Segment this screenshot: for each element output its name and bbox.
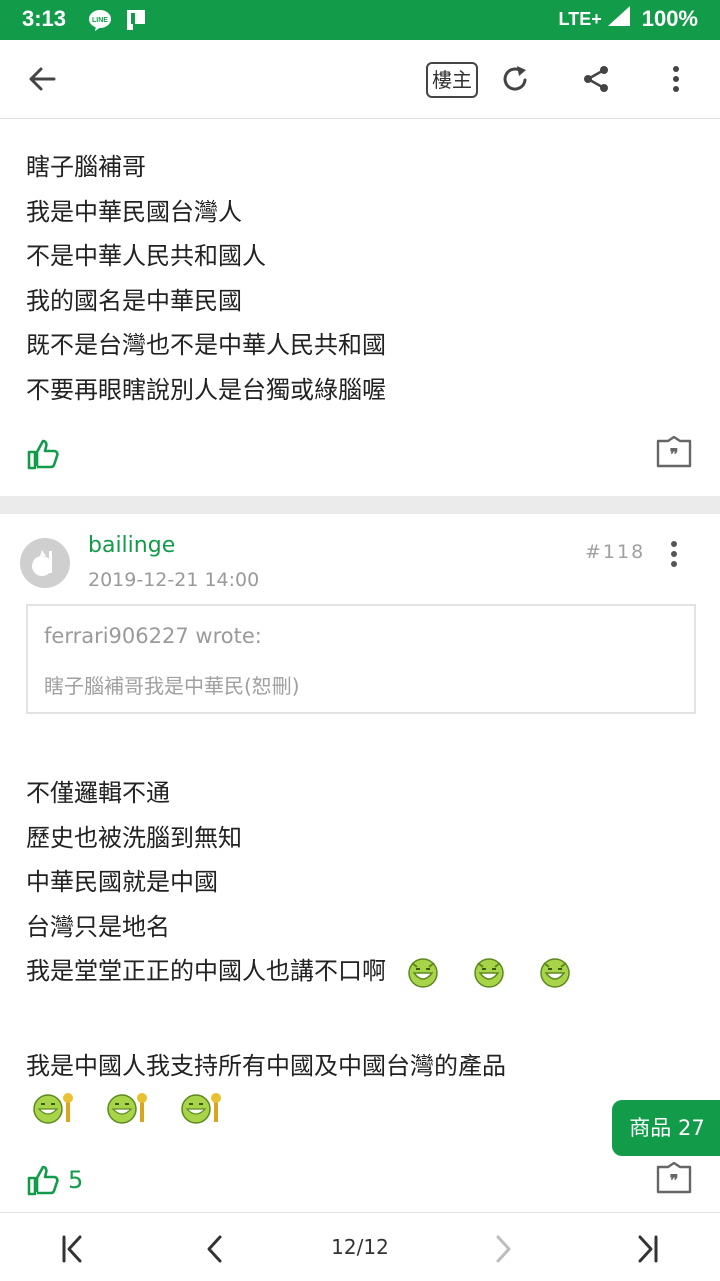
svg-text:❞: ❞ xyxy=(670,1171,679,1190)
post-line: 我是中華民國台灣人 xyxy=(26,197,242,226)
like-count: 5 xyxy=(68,1166,84,1194)
post-line: 瞎子腦補哥 xyxy=(26,153,146,181)
status-time: 3:13 xyxy=(22,6,67,31)
laughing-emoji-icon xyxy=(406,949,440,994)
post-floor-number: #118 xyxy=(585,541,646,563)
avatar[interactable] xyxy=(20,538,70,588)
pagination-bar: 12/12 xyxy=(0,1212,720,1281)
refresh-icon[interactable] xyxy=(496,59,536,99)
first-page-icon[interactable] xyxy=(54,1231,90,1267)
quote-reply-icon[interactable]: ❞ xyxy=(656,1161,692,1194)
last-page-icon[interactable] xyxy=(630,1231,666,1267)
svg-text:LINE: LINE xyxy=(92,17,108,24)
post-line: 不要再眼瞎說別人是台獨或綠腦喔 xyxy=(26,375,386,404)
post-line: 不僅邏輯不通 xyxy=(26,779,170,807)
battery-level: 100% xyxy=(641,6,698,31)
post-line: 我是堂堂正正的中國人也講不口啊 xyxy=(26,957,386,985)
network-type: LTE+ xyxy=(558,8,602,29)
quoted-post[interactable]: ferrari906227 wrote: 瞎子腦補哥我是中華民(恕刪) xyxy=(26,604,696,714)
post-line: 中華民國就是中國 xyxy=(26,868,218,896)
post-line: 既不是台灣也不是中華人民共和國 xyxy=(26,331,386,359)
post-more-icon[interactable] xyxy=(669,540,679,572)
like-thumb-icon[interactable] xyxy=(26,1163,60,1197)
quote-excerpt: 瞎子腦補哥我是中華民(恕刪) xyxy=(44,674,300,698)
next-page-icon[interactable] xyxy=(486,1231,522,1267)
notification-icon xyxy=(124,8,148,36)
signal-icon xyxy=(607,6,630,32)
quote-reply-icon[interactable]: ❞ xyxy=(656,435,692,468)
cheering-emoji-icon xyxy=(30,1090,76,1130)
post-divider xyxy=(0,496,720,514)
post-line: 台灣只是地名 xyxy=(26,912,170,941)
laughing-emoji-icon xyxy=(472,949,506,994)
post-body: 不僅邏輯不通 歷史也被洗腦到無知 中華民國就是中國 台灣只是地名 我是堂堂正正的… xyxy=(26,771,572,994)
quote-author: ferrari906227 wrote: xyxy=(44,624,262,648)
line-app-icon: LINE xyxy=(88,8,112,36)
op-only-button[interactable]: 樓主 xyxy=(426,62,478,98)
cheering-emoji-icon xyxy=(178,1090,224,1130)
post-body: 瞎子腦補哥 我是中華民國台灣人 不是中華人民共和國人 我的國名是中華民國 既不是… xyxy=(26,145,386,412)
top-toolbar: 樓主 xyxy=(0,40,720,119)
post-date: 2019-12-21 14:00 xyxy=(88,569,260,591)
laughing-emoji-icon xyxy=(538,949,572,994)
previous-page-icon[interactable] xyxy=(196,1231,232,1267)
status-bar: 3:13 LINE LTE+ 100% xyxy=(0,0,720,40)
more-vert-icon[interactable] xyxy=(656,59,696,99)
post-line: 不是中華人民共和國人 xyxy=(26,242,266,270)
page-indicator[interactable]: 12/12 xyxy=(320,1235,400,1259)
svg-text:❞: ❞ xyxy=(670,445,679,464)
post-line: 歷史也被洗腦到無知 xyxy=(26,823,242,852)
back-arrow-icon[interactable] xyxy=(22,59,62,99)
post-username[interactable]: bailinge xyxy=(88,533,175,558)
share-icon[interactable] xyxy=(576,59,616,99)
like-thumb-icon[interactable] xyxy=(26,437,60,471)
post-line: 我的國名是中華民國 xyxy=(26,286,242,315)
cheering-emoji-icon xyxy=(104,1090,150,1130)
product-button[interactable]: 商品 27 xyxy=(612,1100,720,1156)
post-line: 我是中國人我支持所有中國及中國台灣的產品 xyxy=(26,1052,506,1080)
